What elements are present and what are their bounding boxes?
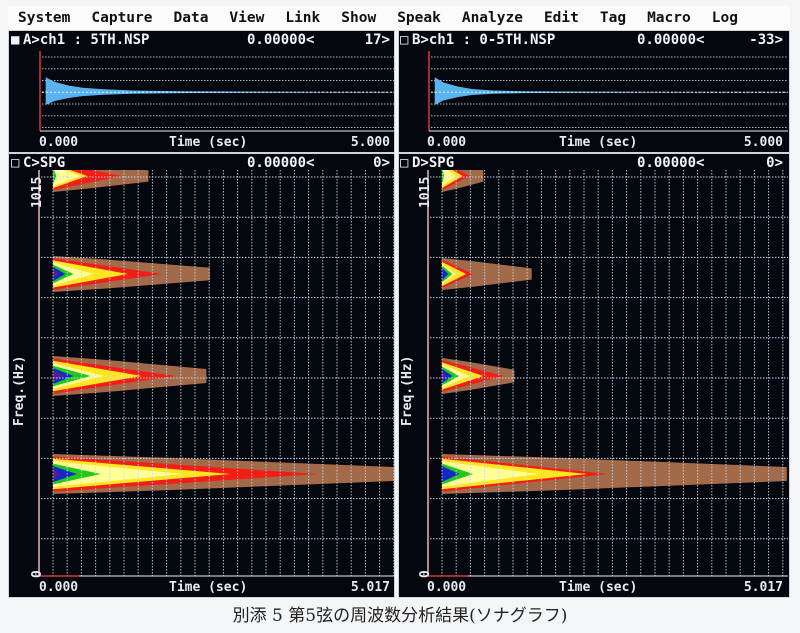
panel-d-x-end: 5.017 [743,580,783,595]
panel-c-x-end: 5.017 [350,580,390,595]
panel-b-x-start: 0.000 [427,135,467,150]
panel-c-y-top: 1015 [30,176,45,208]
menu-bar: System Capture Data View Link Show Speak… [8,6,790,30]
panel-c-x-start: 0.000 [39,580,79,595]
waveform-panel-a[interactable]: ■ A>ch1 : 5TH.NSP 0.00000< 17> 0.000 Tim… [8,30,395,153]
menu-show[interactable]: Show [341,10,376,26]
spectrogram-panel-c[interactable]: □ C>SPG 0.00000< 0> 1015 Freq.(Hz) 0 0.0… [8,153,395,598]
panel-d-y-top: 1015 [418,176,433,208]
menu-view[interactable]: View [229,10,264,26]
panel-b-x-end: 5.000 [743,135,783,150]
waveform-envelope [45,77,394,105]
menu-log[interactable]: Log [712,10,738,26]
panel-c-y-label: Freq.(Hz) [12,355,27,426]
menu-speak[interactable]: Speak [397,10,441,26]
spectrogram-panel-d[interactable]: □ D>SPG 0.00000< 0> 1015 Freq.(Hz) 0 0.0… [398,153,790,598]
menu-tag[interactable]: Tag [600,10,626,26]
menu-capture[interactable]: Capture [91,10,152,26]
panel-d-x-start: 0.000 [427,580,467,595]
panel-b-x-label: Time (sec) [559,135,638,150]
panel-a-x-end: 5.000 [350,135,390,150]
panel-c-x-label: Time (sec) [169,580,248,595]
panel-d-y-label: Freq.(Hz) [400,355,415,426]
menu-macro[interactable]: Macro [647,10,691,26]
panel-d-y-bottom: 0 [418,570,433,578]
figure-caption: 別添 5 第5弦の周波数分析結果(ソナグラフ) [232,606,568,626]
menu-system[interactable]: System [18,10,70,26]
menu-edit[interactable]: Edit [544,10,579,26]
menu-link[interactable]: Link [285,10,320,26]
menu-analyze[interactable]: Analyze [462,10,523,26]
panel-a-x-start: 0.000 [39,135,79,150]
waveform-envelope [434,77,788,105]
panel-d-x-label: Time (sec) [559,580,638,595]
panel-c-y-bottom: 0 [30,570,45,578]
spectrogram-plot-c[interactable] [9,154,395,598]
menu-data[interactable]: Data [174,10,209,26]
panel-a-x-label: Time (sec) [169,135,248,150]
waveform-panel-b[interactable]: □ B>ch1 : 0-5TH.NSP 0.00000< -33> 0.000 … [398,30,790,153]
spectrogram-plot-d[interactable] [399,154,790,598]
